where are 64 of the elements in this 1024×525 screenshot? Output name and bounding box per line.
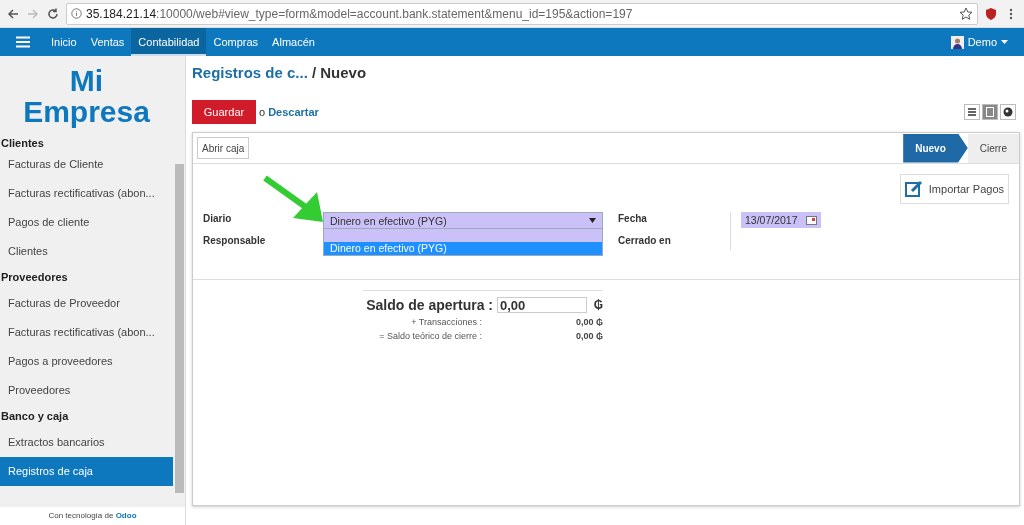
url-text: 35.184.21.14:10000/web#view_type=form&model=account.bank.statement&menu_id=195&action=197	[86, 6, 633, 21]
sidebar-item[interactable]: Pagos a proveedores	[0, 347, 173, 376]
form-icon	[986, 107, 994, 117]
sidebar-item[interactable]: Facturas de Cliente	[0, 150, 173, 179]
back-icon[interactable]	[6, 6, 20, 21]
view-switch-button[interactable]	[1000, 104, 1016, 120]
sidebar-item[interactable]: Facturas de Proveedor	[0, 289, 173, 318]
user-menu[interactable]: Demo	[967, 36, 997, 48]
map-pin-icon	[1003, 107, 1013, 117]
sidebar-item[interactable]: Facturas rectificativas (abon...	[0, 179, 173, 208]
powered-by-text: Con tecnología de Odoo	[0, 507, 185, 525]
sidebar-section-title: Proveedores	[0, 270, 69, 285]
caret-icon[interactable]	[1001, 40, 1008, 44]
status-stage[interactable]: Nuevo	[903, 133, 968, 163]
open-cash-button[interactable]: Abrir caja	[197, 137, 250, 159]
edit-icon	[904, 180, 923, 198]
nav-menu-item[interactable]: Contabilidad	[131, 28, 207, 56]
view-switch-button[interactable]	[964, 104, 980, 120]
field-label: Responsable	[203, 234, 267, 248]
total-value: 0,00 ₲	[575, 317, 603, 327]
field-label: Cerrado en	[618, 234, 672, 248]
sidebar-item[interactable]: Proveedores	[0, 376, 173, 405]
arrow-drawing	[263, 174, 325, 224]
total-value: 0,00 ₲	[575, 331, 603, 341]
nav-menu-item[interactable]: Ventas	[83, 28, 132, 56]
calendar-icon	[805, 215, 817, 225]
avatar-icon	[950, 35, 964, 49]
menu-icon[interactable]	[16, 36, 30, 48]
field-label: Fecha	[618, 212, 648, 226]
total-label: = Saldo teórico de cierre :	[378, 331, 483, 341]
company-logo: Mi Empresa	[22, 63, 151, 130]
status-stage[interactable]: Cierre	[967, 133, 1019, 163]
or-text: o	[259, 106, 266, 118]
save-button[interactable]: Guardar	[192, 100, 256, 124]
star-icon[interactable]	[959, 6, 973, 21]
sidebar-item[interactable]: Registros de caja	[0, 457, 173, 486]
field-label: Diario	[203, 212, 233, 226]
discard-link[interactable]: Descartar	[268, 106, 319, 118]
nav-menu-item[interactable]: Compras	[206, 28, 266, 56]
sidebar-item[interactable]: Facturas rectificativas (abon...	[0, 318, 173, 347]
total-label: + Transacciones :	[410, 317, 483, 327]
breadcrumb-link[interactable]: Registros de c...	[192, 64, 308, 90]
journal-select[interactable]: Dinero en efectivo (PYG)	[323, 212, 603, 229]
sidebar-item[interactable]: Clientes	[0, 237, 173, 266]
breadcrumb-current: / Nuevo	[311, 64, 367, 83]
date-field[interactable]: 13/07/2017	[741, 212, 821, 228]
sidebar-item[interactable]: Extractos bancarios	[0, 428, 173, 457]
nav-menu-item[interactable]: Inicio	[44, 28, 84, 56]
sidebar-section-title: Banco y caja	[0, 409, 70, 424]
view-switch-button[interactable]	[982, 104, 998, 120]
list-icon	[967, 107, 977, 117]
info-icon	[71, 8, 82, 19]
odoo-link[interactable]: Odoo	[115, 511, 137, 520]
opening-balance-field[interactable]: 0,00	[497, 297, 587, 313]
sidebar-section-title: Clientes	[0, 136, 45, 150]
reload-icon[interactable]	[46, 6, 60, 21]
opening-balance-label: Saldo de apertura :	[366, 297, 493, 313]
currency-symbol: ₲	[592, 298, 603, 312]
import-payments-button[interactable]: Importar Pagos	[899, 174, 1009, 204]
shield-icon[interactable]	[984, 6, 998, 21]
sidebar-item[interactable]: Pagos de cliente	[0, 208, 173, 237]
nav-menu-item[interactable]: Almacén	[265, 28, 322, 56]
caret-icon	[589, 218, 596, 223]
address-bar[interactable]: 35.184.21.14:10000/web#view_type=form&model=account.bank.statement&menu_id=195&action=197	[66, 2, 978, 25]
